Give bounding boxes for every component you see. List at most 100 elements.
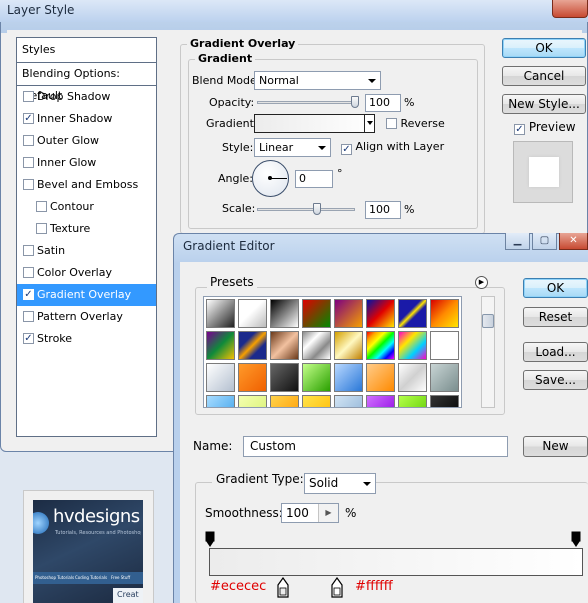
gradient-picker-dropdown[interactable] <box>364 115 374 132</box>
minimize-button[interactable]: ▁ <box>505 233 530 250</box>
preset-swatch[interactable] <box>334 299 363 328</box>
preview-checkbox[interactable]: ✓ <box>514 124 525 135</box>
style-select[interactable]: Linear <box>254 138 331 157</box>
close-button[interactable]: ✕ <box>559 233 588 250</box>
preset-swatch[interactable] <box>366 299 395 328</box>
gradient-type-select[interactable]: Solid <box>304 473 376 494</box>
align-with-layer-row[interactable]: ✓ Align with Layer <box>341 140 444 155</box>
contour-checkbox[interactable] <box>36 201 47 212</box>
preset-swatch[interactable] <box>238 395 267 407</box>
opacity-input[interactable]: 100 <box>365 94 401 112</box>
load-button[interactable]: Load... <box>523 342 588 362</box>
preset-swatch[interactable] <box>302 299 331 328</box>
preset-swatch[interactable] <box>334 395 363 407</box>
preset-swatch[interactable] <box>334 331 363 360</box>
reverse-checkbox[interactable] <box>386 118 397 129</box>
layer-style-titlebar[interactable] <box>0 0 588 22</box>
preset-swatch[interactable] <box>398 331 427 360</box>
preset-swatch[interactable] <box>398 299 427 328</box>
blending-options-item[interactable]: Blending Options: Default <box>17 63 156 102</box>
angle-input[interactable]: 0 <box>295 170 333 188</box>
preset-swatch[interactable] <box>302 363 331 392</box>
gradient-picker[interactable] <box>254 114 375 133</box>
preset-swatch[interactable] <box>270 363 299 392</box>
preview-row[interactable]: ✓ Preview <box>514 120 576 135</box>
preset-swatch[interactable] <box>238 331 267 360</box>
bevel-emboss-checkbox[interactable] <box>23 179 34 190</box>
preset-swatch[interactable] <box>430 299 459 328</box>
preset-swatch[interactable] <box>270 299 299 328</box>
stroke-checkbox[interactable]: ✓ <box>23 333 34 344</box>
preset-swatch[interactable] <box>302 331 331 360</box>
new-button[interactable]: New <box>523 436 588 457</box>
style-item-contour[interactable]: Contour <box>17 196 156 218</box>
outer-glow-checkbox[interactable] <box>23 135 34 146</box>
inner-glow-checkbox[interactable] <box>23 157 34 168</box>
ok-button[interactable]: OK <box>502 38 586 58</box>
preset-swatch[interactable] <box>398 395 427 407</box>
reset-button[interactable]: Reset <box>523 307 588 327</box>
close-button[interactable] <box>552 0 588 18</box>
blend-mode-select[interactable]: Normal <box>254 71 381 90</box>
inner-shadow-checkbox[interactable]: ✓ <box>23 113 34 124</box>
style-item-bevel-emboss[interactable]: Bevel and Emboss <box>17 174 156 196</box>
gradient-overlay-checkbox[interactable]: ✓ <box>23 289 34 300</box>
scale-input[interactable]: 100 <box>365 201 401 219</box>
style-item-gradient-overlay[interactable]: ✓ Gradient Overlay <box>17 284 156 306</box>
preset-swatch[interactable] <box>430 363 459 392</box>
pattern-overlay-checkbox[interactable] <box>23 311 34 322</box>
preset-swatch[interactable] <box>238 363 267 392</box>
style-item-color-overlay[interactable]: Color Overlay <box>17 262 156 284</box>
opacity-slider-thumb[interactable] <box>351 96 359 108</box>
scale-slider[interactable] <box>257 208 355 211</box>
preset-swatch[interactable] <box>430 331 459 360</box>
preset-swatch[interactable] <box>206 331 235 360</box>
color-overlay-checkbox[interactable] <box>23 267 34 278</box>
preset-swatch[interactable] <box>206 363 235 392</box>
gradient-ok-button[interactable]: OK <box>523 278 588 298</box>
reverse-checkbox-row[interactable]: Reverse <box>386 117 445 130</box>
preset-swatch[interactable] <box>398 363 427 392</box>
preset-swatch[interactable] <box>238 299 267 328</box>
cancel-button[interactable]: Cancel <box>502 66 586 86</box>
maximize-button[interactable]: ▢ <box>532 233 557 250</box>
style-item-outer-glow[interactable]: Outer Glow <box>17 130 156 152</box>
scale-slider-thumb[interactable] <box>313 203 321 215</box>
preset-swatch[interactable] <box>206 395 235 407</box>
preset-swatch[interactable] <box>430 395 459 407</box>
new-style-button[interactable]: New Style... <box>502 94 586 114</box>
color-stop-start[interactable] <box>275 577 291 599</box>
presets-scrollbar-thumb[interactable] <box>482 314 494 328</box>
angle-dial[interactable] <box>252 160 289 197</box>
nav-tab[interactable]: Free Stuff <box>111 575 130 580</box>
style-item-pattern-overlay[interactable]: Pattern Overlay <box>17 306 156 328</box>
save-button[interactable]: Save... <box>523 370 588 390</box>
align-with-layer-checkbox[interactable]: ✓ <box>341 144 352 155</box>
gradient-bar[interactable] <box>209 548 583 576</box>
style-item-drop-shadow[interactable]: Drop Shadow <box>17 86 156 108</box>
name-input[interactable]: Custom <box>243 436 508 457</box>
satin-checkbox[interactable] <box>23 245 34 256</box>
preset-swatch[interactable] <box>270 395 299 407</box>
presets-menu-button[interactable]: ▶ <box>475 276 488 289</box>
nav-tab[interactable]: Photoshop Tutorials <box>35 575 74 580</box>
style-item-texture[interactable]: Texture <box>17 218 156 240</box>
preset-swatch[interactable] <box>334 363 363 392</box>
preset-swatch[interactable] <box>366 363 395 392</box>
preset-swatch[interactable] <box>206 299 235 328</box>
style-item-stroke[interactable]: ✓ Stroke <box>17 328 156 350</box>
style-item-satin[interactable]: Satin <box>17 240 156 262</box>
styles-header[interactable]: Styles <box>17 38 156 63</box>
smoothness-input[interactable]: 100 ▶ <box>281 503 339 523</box>
preset-swatch[interactable] <box>302 395 331 407</box>
preset-swatch[interactable] <box>270 331 299 360</box>
opacity-slider[interactable] <box>257 101 357 104</box>
preset-swatch[interactable] <box>366 395 395 407</box>
nav-tab[interactable]: Coding Tutorials <box>75 575 107 580</box>
drop-shadow-checkbox[interactable] <box>23 91 34 102</box>
color-stop-end[interactable] <box>329 577 345 599</box>
style-item-inner-glow[interactable]: Inner Glow <box>17 152 156 174</box>
texture-checkbox[interactable] <box>36 223 47 234</box>
arrow-right-icon[interactable]: ▶ <box>318 504 338 522</box>
preset-swatch[interactable] <box>366 331 395 360</box>
